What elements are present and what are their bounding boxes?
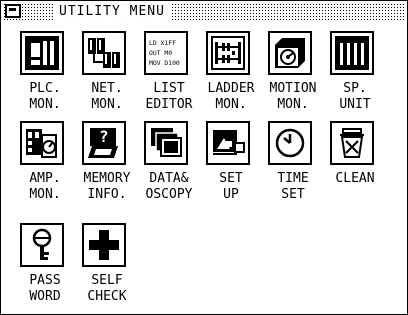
list-editor-icon-line: LD X1FF [149,39,176,47]
item-label-line2: SET [281,187,305,202]
time-set-button[interactable]: TIME SET [263,121,325,213]
item-label-line1: TIME [277,171,309,186]
amplifier-monitor-icon [20,121,64,165]
self-check-icon [82,223,126,267]
clock-icon [268,121,312,165]
item-label-line2: MON. [277,97,309,112]
item-label-line2: MON. [29,97,61,112]
item-label-line2: MON. [91,97,123,112]
item-label-line1: AMP. [29,171,61,186]
item-label-line1: SET [219,171,243,186]
window-title: UTILITY MENU [53,4,171,20]
ladder-monitor-icon [206,31,250,75]
item-label-line2: CHECK [87,289,127,304]
motion-monitor-icon [268,31,312,75]
item-label-line1: MOTION [269,81,317,96]
window-menu-icon[interactable] [5,4,21,18]
plc-monitor-icon [20,31,64,75]
clean-button[interactable]: CLEAN [325,121,387,213]
list-editor-icon-line: OUT M0 [149,49,172,57]
data-oscilloscope-icon [144,121,188,165]
item-label-line1: PLC. [29,81,61,96]
item-label-line1: SELF [91,273,123,288]
clean-icon [330,121,374,165]
password-button[interactable]: PASS WORD [15,223,77,315]
item-label-line1: SP. [343,81,367,96]
self-check-button[interactable]: SELF CHECK [77,223,139,315]
title-bar: UTILITY MENU [3,3,405,21]
list-editor-icon-line: MOV D100 [149,59,180,67]
item-label-line1: MEMORY [83,171,131,186]
item-label-line2: WORD [29,289,61,304]
memory-info-icon: ? [82,121,126,165]
item-label-line1: PASS [29,273,61,288]
svg-text:?: ? [99,127,109,146]
item-label-line2: UNIT [339,97,371,112]
item-label-line2: MON. [29,187,61,202]
utility-menu-window: UTILITY MENU PLC. MON. NET. MON. LD X1FF… [0,0,408,315]
item-label-line1: NET. [91,81,123,96]
item-label-line2: EDITOR [145,97,193,112]
network-monitor-button[interactable]: NET. MON. [77,31,139,123]
memory-info-button[interactable]: ? MEMORY INFO. [77,121,139,213]
amplifier-monitor-button[interactable]: AMP. MON. [15,121,77,213]
setup-icon [206,121,250,165]
motion-monitor-button[interactable]: MOTION MON. [263,31,325,123]
special-unit-icon [330,31,374,75]
network-monitor-icon [82,31,126,75]
item-label-line2: INFO. [87,187,127,202]
item-label-line1: CLEAN [335,171,375,186]
data-oscilloscope-button[interactable]: DATA& OSCOPY [139,121,201,213]
item-label-line1: LADDER [207,81,255,96]
password-key-icon [20,223,64,267]
list-editor-icon: LD X1FF OUT M0 MOV D100 [144,31,188,75]
special-unit-button[interactable]: SP. UNIT [325,31,387,123]
list-editor-button[interactable]: LD X1FF OUT M0 MOV D100 LIST EDITOR [139,31,201,123]
ladder-monitor-button[interactable]: LADDER MON. [201,31,263,123]
item-label-line1: LIST [153,81,185,96]
item-label-line2: MON. [215,97,247,112]
setup-button[interactable]: SET UP [201,121,263,213]
plc-monitor-button[interactable]: PLC. MON. [15,31,77,123]
item-label-line2: OSCOPY [145,187,193,202]
item-label-line2: UP [223,187,239,202]
item-label-line1: DATA& [149,171,189,186]
